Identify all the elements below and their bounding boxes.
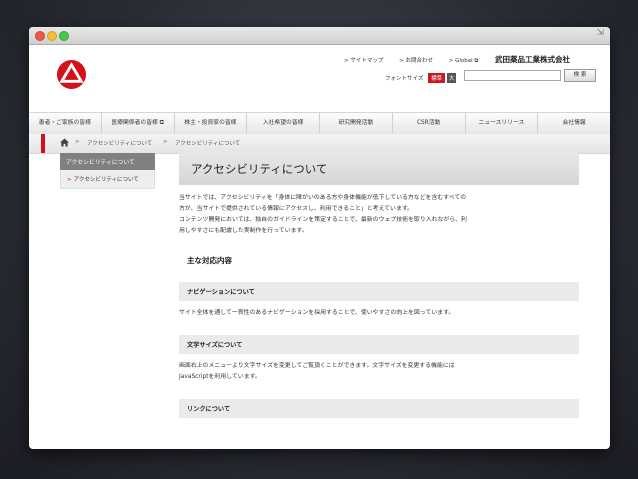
breadcrumb-current: アクセシビリティについて [175, 141, 241, 147]
main-content: アクセシビリティについて 当サイトでは、アクセシビリティを「身体に障がいのある方… [179, 153, 579, 418]
nav-careers[interactable]: 入社希望の皆様 [247, 113, 320, 134]
intro-line: 用しやすさにも配慮した実制作を行っています。 [179, 228, 308, 234]
minimize-window-button[interactable] [47, 31, 57, 41]
company-name: 武田薬品工業株式会社 [495, 55, 570, 64]
search-button[interactable]: 検 索 [564, 69, 596, 82]
resize-icon[interactable]: ⇲ [596, 28, 604, 38]
sidebar-item-accessibility[interactable]: > アクセシビリティについて [60, 170, 155, 189]
breadcrumb-separator: > [75, 139, 80, 145]
subsection-text: 画面右上のメニューより文字サイズを変更してご覧頂くことができます。文字サイズを変… [179, 361, 579, 383]
takeda-logo-icon[interactable] [56, 59, 87, 90]
utility-links: > サイトマップ > お問合わせ > Global ⧉ [344, 56, 492, 65]
font-size-standard-button[interactable]: 標準 [428, 73, 446, 83]
subsection-line: JavaScriptを利用しています。 [179, 374, 261, 380]
global-link[interactable]: > Global ⧉ [449, 58, 479, 64]
sitemap-link[interactable]: > サイトマップ [344, 58, 383, 64]
subsection-line: 画面右上のメニューより文字サイズを変更してご覧頂くことができます。文字サイズを変… [179, 363, 455, 369]
site-header: > サイトマップ > お問合わせ > Global ⧉ 武田薬品工業株式会社 フ… [29, 45, 610, 113]
sidebar-heading[interactable]: アクセシビリティについて [60, 153, 155, 170]
close-window-button[interactable] [35, 31, 45, 41]
intro-line: 方が、当サイトで提供されている情報にアクセスし、利用できること」と考えています。 [179, 206, 414, 212]
home-icon[interactable] [60, 138, 69, 147]
browser-window: ⇲ > サイトマップ > お問合わせ > Global ⧉ 武田薬品工業株式会社… [29, 27, 610, 449]
nav-csr[interactable]: CSR活動 [393, 113, 466, 134]
breadcrumb-separator: > [163, 139, 168, 145]
chevron-right-icon: > [67, 177, 72, 183]
font-size-control: フォントサイズ 標準 大 [385, 73, 457, 83]
font-size-large-button[interactable]: 大 [446, 73, 457, 83]
subsection-line: サイト全体を通して一貫性のあるナビゲーションを採用することで、使いやすさの向上を… [179, 310, 455, 316]
page-title: アクセシビリティについて [179, 153, 579, 185]
contact-link[interactable]: > お問合わせ [399, 58, 433, 64]
nav-patients[interactable]: 患者・ご家族の皆様 [29, 113, 102, 134]
sidebar-item-label: アクセシビリティについて [73, 177, 139, 183]
search-input[interactable] [464, 70, 561, 81]
nav-investors[interactable]: 株主・投資家の皆様 [175, 113, 248, 134]
breadcrumb-item[interactable]: アクセシビリティについて [87, 139, 152, 147]
subsection-text: サイト全体を通して一貫性のあるナビゲーションを採用することで、使いやすさの向上を… [179, 308, 579, 319]
breadcrumb-accent [41, 134, 45, 153]
breadcrumb: > アクセシビリティについて > アクセシビリティについて [29, 134, 610, 154]
nav-research[interactable]: 研究開発活動 [320, 113, 393, 134]
intro-line: コンテンツ開発においては、独自のガイドラインを策定することで、最新のウェブ技術を… [179, 217, 467, 223]
nav-company[interactable]: 会社情報 [538, 113, 610, 134]
nav-news[interactable]: ニュースリリース [466, 113, 539, 134]
section-title: 主な対応内容 [187, 256, 232, 265]
subsection-heading: リンクについて [179, 399, 579, 418]
intro-line: 当サイトでは、アクセシビリティを「身体に障がいのある方や身体機能が低下している方… [179, 195, 467, 201]
nav-medical[interactable]: 医療関係者の皆様 ⧉ [102, 113, 175, 134]
subsection-heading: ナビゲーションについて [179, 282, 579, 301]
window-titlebar: ⇲ [29, 27, 610, 45]
local-navigation: アクセシビリティについて > アクセシビリティについて [60, 153, 155, 189]
zoom-window-button[interactable] [59, 31, 69, 41]
subsection-heading: 文字サイズについて [179, 335, 579, 354]
global-navigation: 患者・ご家族の皆様 医療関係者の皆様 ⧉ 株主・投資家の皆様 入社希望の皆様 研… [29, 112, 610, 135]
font-size-label: フォントサイズ [385, 76, 424, 82]
intro-paragraph: 当サイトでは、アクセシビリティを「身体に障がいのある方や身体機能が低下している方… [179, 193, 579, 237]
